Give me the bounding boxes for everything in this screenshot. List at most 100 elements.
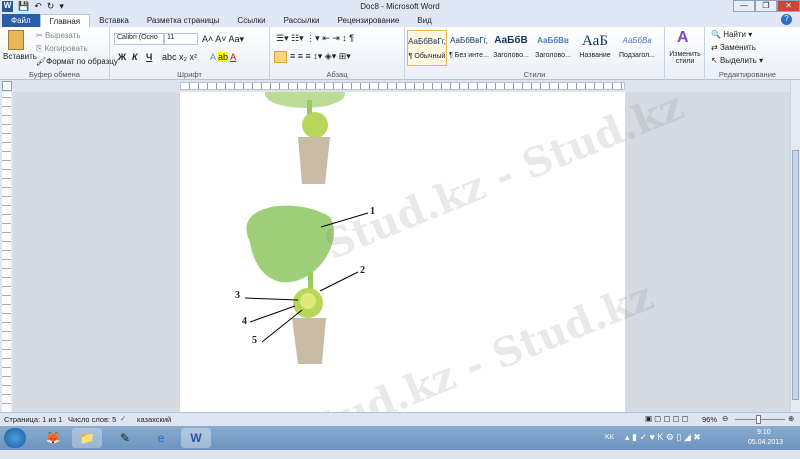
word-taskbar-icon[interactable]: W bbox=[181, 428, 211, 448]
bold-button[interactable]: Ж bbox=[118, 52, 126, 62]
align-left-button[interactable] bbox=[274, 51, 287, 63]
language-indicator[interactable]: KK bbox=[605, 434, 614, 441]
tab-home[interactable]: Главная bbox=[39, 14, 91, 27]
find-label: Найти bbox=[723, 30, 747, 39]
language[interactable]: казахский bbox=[137, 415, 171, 424]
tab-mailings[interactable]: Рассылки bbox=[275, 14, 329, 27]
clock-time[interactable]: 9:10 bbox=[757, 429, 771, 436]
internet-explorer-icon[interactable]: e bbox=[146, 428, 176, 448]
page-count[interactable]: Страница: 1 из 1 bbox=[4, 415, 62, 424]
paste-button[interactable]: Вставить bbox=[3, 52, 37, 61]
style-preview: АаБбВв bbox=[537, 36, 569, 45]
zoom-level[interactable]: 96% bbox=[702, 415, 717, 424]
ribbon: Вставить ✂ Вырезать ⎘ Копировать 🖌Формат… bbox=[0, 27, 800, 80]
style-title[interactable]: АаБ Название bbox=[575, 30, 615, 66]
font-group: Calibri (Осно 11 A˄ A˅ Aa▾ Ж К Ч abc x₂ … bbox=[110, 27, 270, 80]
plant-figure bbox=[244, 80, 369, 364]
start-button[interactable] bbox=[4, 428, 26, 448]
title-bar: W 💾 ↶ ↻ ▾ Doc8 - Microsoft Word — ❐ ✕ bbox=[0, 0, 800, 13]
vertical-scrollbar[interactable] bbox=[790, 80, 800, 412]
select-label: Выделить bbox=[719, 56, 757, 65]
tab-selector-button[interactable] bbox=[2, 81, 12, 91]
change-styles-label: Изменить стили bbox=[669, 51, 701, 65]
zoom-in-button[interactable]: ⊕ bbox=[788, 414, 794, 423]
tab-references[interactable]: Ссылки bbox=[228, 14, 274, 27]
style-preview: АаБбВ bbox=[494, 35, 528, 46]
style-heading1[interactable]: АаБбВ Заголово... bbox=[491, 30, 531, 66]
paste-icon bbox=[8, 30, 24, 50]
find-button[interactable]: 🔍 Найти ▾ bbox=[711, 30, 752, 39]
window-title: Doc8 - Microsoft Word bbox=[360, 2, 440, 11]
font-size-select[interactable]: 11 bbox=[164, 33, 198, 45]
styles-group: АаБбВвГг, ¶ Обычный АаБбВвГг, ¶ Без инте..… bbox=[405, 27, 665, 80]
paragraph-group: ☰▾ ☷▾ ⋮▾ ⇤ ⇥ ↕ ¶ ≡ ≡ ≡ ↕▾ ◈▾ ⊞▾ Абзац bbox=[270, 27, 405, 80]
clock-date[interactable]: 05.04.2013 bbox=[748, 439, 783, 446]
ruler-scale bbox=[180, 82, 625, 90]
change-styles-icon: A bbox=[677, 29, 689, 46]
help-icon[interactable]: ? bbox=[781, 14, 792, 25]
styles-label: Стили bbox=[523, 70, 546, 79]
tray-icons[interactable]: ▴ ▮ ✓ ♥ K ⚙ ▯ ◢ ✖ bbox=[625, 432, 701, 443]
document-page[interactable]: 1 2 3 4 5 bbox=[180, 80, 625, 412]
change-styles-button[interactable]: A Изменить стили bbox=[665, 27, 705, 80]
cut-button[interactable]: ✂ Вырезать bbox=[36, 31, 81, 40]
style-preview: АаБбВв bbox=[622, 36, 652, 45]
tab-file[interactable]: Файл bbox=[2, 14, 40, 27]
zoom-slider-thumb[interactable] bbox=[756, 415, 761, 424]
style-name: ¶ Обычный bbox=[408, 53, 446, 60]
editing-label: Редактирование bbox=[718, 70, 777, 79]
underline-button[interactable]: Ч bbox=[146, 52, 152, 62]
proofing-icon[interactable]: ✓ bbox=[120, 414, 126, 423]
cut-label: Вырезать bbox=[44, 31, 81, 40]
tab-page-layout[interactable]: Разметка страницы bbox=[138, 14, 229, 27]
scroll-thumb[interactable] bbox=[792, 150, 799, 400]
horizontal-ruler[interactable] bbox=[0, 80, 800, 92]
copy-button[interactable]: ⎘ Копировать bbox=[36, 44, 88, 54]
close-button[interactable]: ✕ bbox=[777, 0, 800, 12]
list-icons[interactable]: ☰▾ ☷▾ ⋮▾ ⇤ ⇥ ↕ ¶ bbox=[276, 33, 354, 44]
vertical-ruler bbox=[0, 92, 13, 412]
text-effects-highlight-color-icons[interactable]: A ab A bbox=[210, 52, 236, 62]
style-heading2[interactable]: АаБбВв Заголово... bbox=[533, 30, 573, 66]
style-name: Заголово... bbox=[535, 52, 571, 59]
italic-button[interactable]: К bbox=[132, 52, 138, 62]
strikethrough-subscript-superscript-icons[interactable]: abc x₂ x² bbox=[162, 52, 197, 62]
document-area: 1 2 3 4 5 Stud.kz - Stud.kz Stud.kz - St… bbox=[13, 80, 790, 459]
font-name-select[interactable]: Calibri (Осно bbox=[114, 33, 164, 45]
format-painter-button[interactable]: 🖌Формат по образцу bbox=[36, 57, 118, 66]
style-name: Название bbox=[579, 52, 611, 59]
alignment-icons[interactable]: ≡ ≡ ≡ ↕▾ ◈▾ ⊞▾ bbox=[290, 51, 351, 62]
style-name: Заголово... bbox=[493, 52, 529, 59]
ribbon-tabs: Файл Главная Вставка Разметка страницы С… bbox=[0, 13, 800, 27]
paragraph-label: Абзац bbox=[326, 70, 348, 79]
clipboard-label: Буфер обмена bbox=[29, 70, 80, 79]
status-bar: Страница: 1 из 1 Число слов: 5 ✓ казахск… bbox=[0, 412, 800, 426]
style-name: Подзагол... bbox=[618, 52, 655, 59]
format-painter-label: Формат по образцу bbox=[46, 57, 118, 66]
figure-label-4: 4 bbox=[242, 316, 247, 327]
figure-label-1: 1 bbox=[370, 206, 375, 217]
zoom-out-button[interactable]: ⊖ bbox=[722, 414, 728, 423]
view-buttons[interactable]: ▣ ▢ ▢ ▢ ▢ bbox=[645, 414, 689, 423]
style-name: ¶ Без инте... bbox=[449, 52, 489, 59]
taskbar: 🦊 📁 ✎ e W KK ▴ ▮ ✓ ♥ K ⚙ ▯ ◢ ✖ 9:10 05.0… bbox=[0, 426, 800, 450]
app-icon[interactable]: ✎ bbox=[110, 428, 140, 448]
tab-insert[interactable]: Вставка bbox=[90, 14, 138, 27]
tab-view[interactable]: Вид bbox=[408, 14, 440, 27]
style-preview: АаБ bbox=[582, 33, 608, 49]
word-count[interactable]: Число слов: 5 bbox=[68, 415, 116, 424]
style-no-spacing[interactable]: АаБбВвГг, ¶ Без инте... bbox=[449, 30, 489, 66]
select-button[interactable]: ↖ Выделить ▾ bbox=[711, 56, 763, 65]
font-label: Шрифт bbox=[177, 70, 202, 79]
style-subtitle[interactable]: АаБбВв Подзагол... bbox=[617, 30, 657, 66]
minimize-button[interactable]: — bbox=[733, 0, 755, 12]
grow-font-icon[interactable]: A˄ A˅ Aa▾ bbox=[202, 34, 244, 45]
replace-label: Заменить bbox=[719, 43, 756, 52]
firefox-icon[interactable]: 🦊 bbox=[38, 428, 68, 448]
figure-label-3: 3 bbox=[235, 290, 240, 301]
explorer-icon[interactable]: 📁 bbox=[72, 428, 102, 448]
replace-button[interactable]: ⇄ Заменить bbox=[711, 43, 756, 52]
restore-button[interactable]: ❐ bbox=[755, 0, 777, 12]
style-normal[interactable]: АаБбВвГг, ¶ Обычный bbox=[407, 30, 447, 66]
tab-review[interactable]: Рецензирование bbox=[329, 14, 409, 27]
